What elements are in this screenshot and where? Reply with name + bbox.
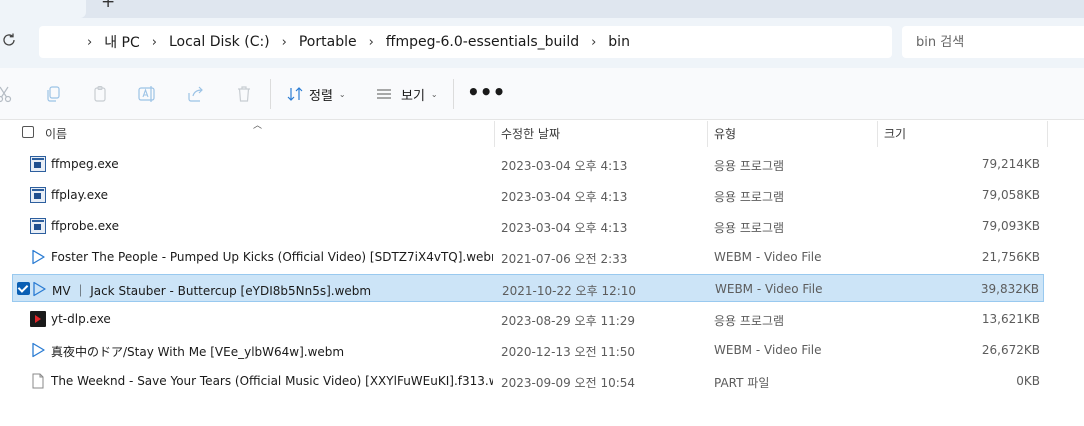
column-divider[interactable] (494, 121, 495, 147)
file-size: 39,832KB (980, 282, 1039, 296)
file-row[interactable]: ffprobe.exe 2023-03-04 오후 4:13 응용 프로그램 79,0… (12, 212, 1044, 240)
sort-label: 정렬 (309, 88, 333, 104)
file-type: 응용 프로그램 (714, 159, 785, 173)
file-date: 2023-03-04 오후 4:13 (501, 221, 628, 235)
video-play-icon (30, 249, 46, 265)
file-name: ffplay.exe (51, 188, 109, 202)
exe-icon (30, 218, 46, 234)
breadcrumb-portable[interactable]: Portable (299, 34, 357, 50)
file-type: 응용 프로그램 (714, 190, 785, 204)
exe-icon (30, 187, 46, 203)
breadcrumb-bin[interactable]: bin (608, 34, 630, 50)
file-row[interactable]: yt-dlp.exe 2023-08-29 오후 11:29 응용 프로그램 13,6… (12, 305, 1044, 333)
share-icon[interactable] (186, 84, 206, 104)
sort-menu-button[interactable]: 정렬 ⌄ (286, 83, 346, 105)
chevron-down-icon: ⌄ (338, 89, 346, 99)
more-options-button[interactable]: ••• (467, 82, 505, 102)
exe-icon (30, 156, 46, 172)
file-date: 2020-12-13 오전 11:50 (501, 345, 636, 359)
column-divider[interactable] (1047, 121, 1048, 147)
breadcrumb-ffmpeg-folder[interactable]: ffmpeg-6.0-essentials_build (386, 34, 579, 50)
file-size: 0KB (1016, 374, 1040, 388)
yt-dlp-icon (30, 311, 46, 327)
chevron-right-icon[interactable]: › (591, 35, 596, 50)
file-row[interactable]: ffplay.exe 2023-03-04 오후 4:13 응용 프로그램 79,05… (12, 181, 1044, 209)
column-divider[interactable] (877, 121, 878, 147)
file-date: 2021-10-22 오후 12:10 (502, 284, 637, 298)
file-name: Foster The People - Pumped Up Kicks (Off… (51, 250, 493, 264)
search-input[interactable] (916, 34, 1076, 50)
column-header-name[interactable]: 이름 (45, 121, 485, 145)
file-date: 2023-09-09 오전 10:54 (501, 376, 636, 390)
sort-ascending-icon: ︿ (253, 121, 263, 131)
file-type: 응용 프로그램 (714, 221, 785, 235)
chevron-right-icon[interactable]: › (369, 35, 374, 50)
file-type: WEBM - Video File (714, 250, 822, 264)
view-icon (377, 89, 391, 99)
paste-icon[interactable] (90, 84, 110, 104)
file-name: The Weeknd - Save Your Tears (Official M… (51, 374, 493, 388)
refresh-icon[interactable] (1, 32, 19, 50)
column-size-label: 크기 (884, 126, 907, 141)
file-type: 응용 프로그램 (714, 314, 785, 328)
file-row[interactable]: The Weeknd - Save Your Tears (Official M… (12, 367, 1044, 395)
file-size: 26,672KB (981, 343, 1040, 357)
file-type: PART 파일 (714, 376, 770, 390)
file-name: 真夜中のドア/Stay With Me [VEe_ylbW64w].webm (51, 345, 345, 359)
file-name: ffprobe.exe (51, 219, 119, 233)
cut-icon[interactable] (0, 84, 14, 104)
breadcrumb-local-disk[interactable]: Local Disk (C:) (169, 34, 270, 50)
file-type: WEBM - Video File (714, 343, 822, 357)
file-row[interactable]: Foster The People - Pumped Up Kicks (Off… (12, 243, 1044, 271)
video-play-icon (30, 342, 46, 358)
video-play-icon (31, 281, 47, 297)
column-header-size[interactable]: 크기 (884, 121, 1044, 145)
file-row[interactable]: 真夜中のドア/Stay With Me [VEe_ylbW64w].webm 20… (12, 336, 1044, 364)
file-date: 2023-03-04 오후 4:13 (501, 190, 628, 204)
search-box[interactable] (902, 26, 1084, 58)
file-date: 2023-08-29 오후 11:29 (501, 314, 636, 328)
tab-strip: ✕ + (0, 0, 1084, 18)
chevron-right-icon[interactable]: › (87, 35, 92, 50)
window-tab[interactable]: ✕ (0, 0, 86, 18)
chevron-right-icon[interactable]: › (282, 35, 287, 50)
copy-icon[interactable] (43, 84, 63, 104)
file-size: 21,756KB (981, 250, 1040, 264)
file-row[interactable]: MV ｜ Jack Stauber - Buttercup [eYDI8b5Nn… (12, 274, 1044, 302)
toolbar-divider (453, 79, 454, 109)
breadcrumb[interactable]: › 내 PC › Local Disk (C:) › Portable › ff… (39, 26, 892, 58)
column-date-label: 수정한 날짜 (501, 126, 561, 141)
file-date: 2021-07-06 오전 2:33 (501, 252, 628, 266)
file-size: 79,058KB (981, 188, 1040, 202)
file-size: 79,214KB (981, 157, 1040, 171)
column-header-type[interactable]: 유형 (714, 121, 874, 145)
rename-icon[interactable] (137, 84, 157, 104)
file-date: 2023-03-04 오후 4:13 (501, 159, 628, 173)
file-size: 13,621KB (981, 312, 1040, 326)
column-header-date[interactable]: 수정한 날짜 (501, 121, 701, 145)
new-tab-icon[interactable]: + (101, 0, 115, 11)
column-name-label: 이름 (45, 126, 68, 141)
file-row[interactable]: ffmpeg.exe 2023-03-04 오후 4:13 응용 프로그램 79,21… (12, 150, 1044, 178)
row-checkbox[interactable] (17, 282, 30, 295)
view-label: 보기 (401, 88, 425, 104)
address-bar-row: › 내 PC › Local Disk (C:) › Portable › ff… (0, 18, 1084, 68)
select-all-checkbox[interactable] (22, 126, 34, 138)
breadcrumb-this-pc[interactable]: 내 PC (104, 32, 140, 52)
file-name: MV ｜ Jack Stauber - Buttercup [eYDI8b5Nn… (52, 284, 372, 298)
file-type: WEBM - Video File (715, 282, 823, 296)
file-name: ffmpeg.exe (51, 157, 119, 171)
command-toolbar: 정렬 ⌄ 보기 ⌄ ••• (0, 68, 1084, 120)
column-divider[interactable] (707, 121, 708, 147)
toolbar-divider (270, 79, 271, 109)
column-type-label: 유형 (714, 126, 737, 141)
blank-file-icon (30, 373, 46, 389)
delete-icon[interactable] (234, 84, 254, 104)
sort-icon (287, 87, 303, 101)
chevron-right-icon[interactable]: › (152, 35, 157, 50)
file-size: 79,093KB (981, 219, 1040, 233)
chevron-down-icon: ⌄ (430, 89, 438, 99)
view-menu-button[interactable]: 보기 ⌄ (375, 83, 438, 105)
file-name: yt-dlp.exe (51, 312, 111, 326)
